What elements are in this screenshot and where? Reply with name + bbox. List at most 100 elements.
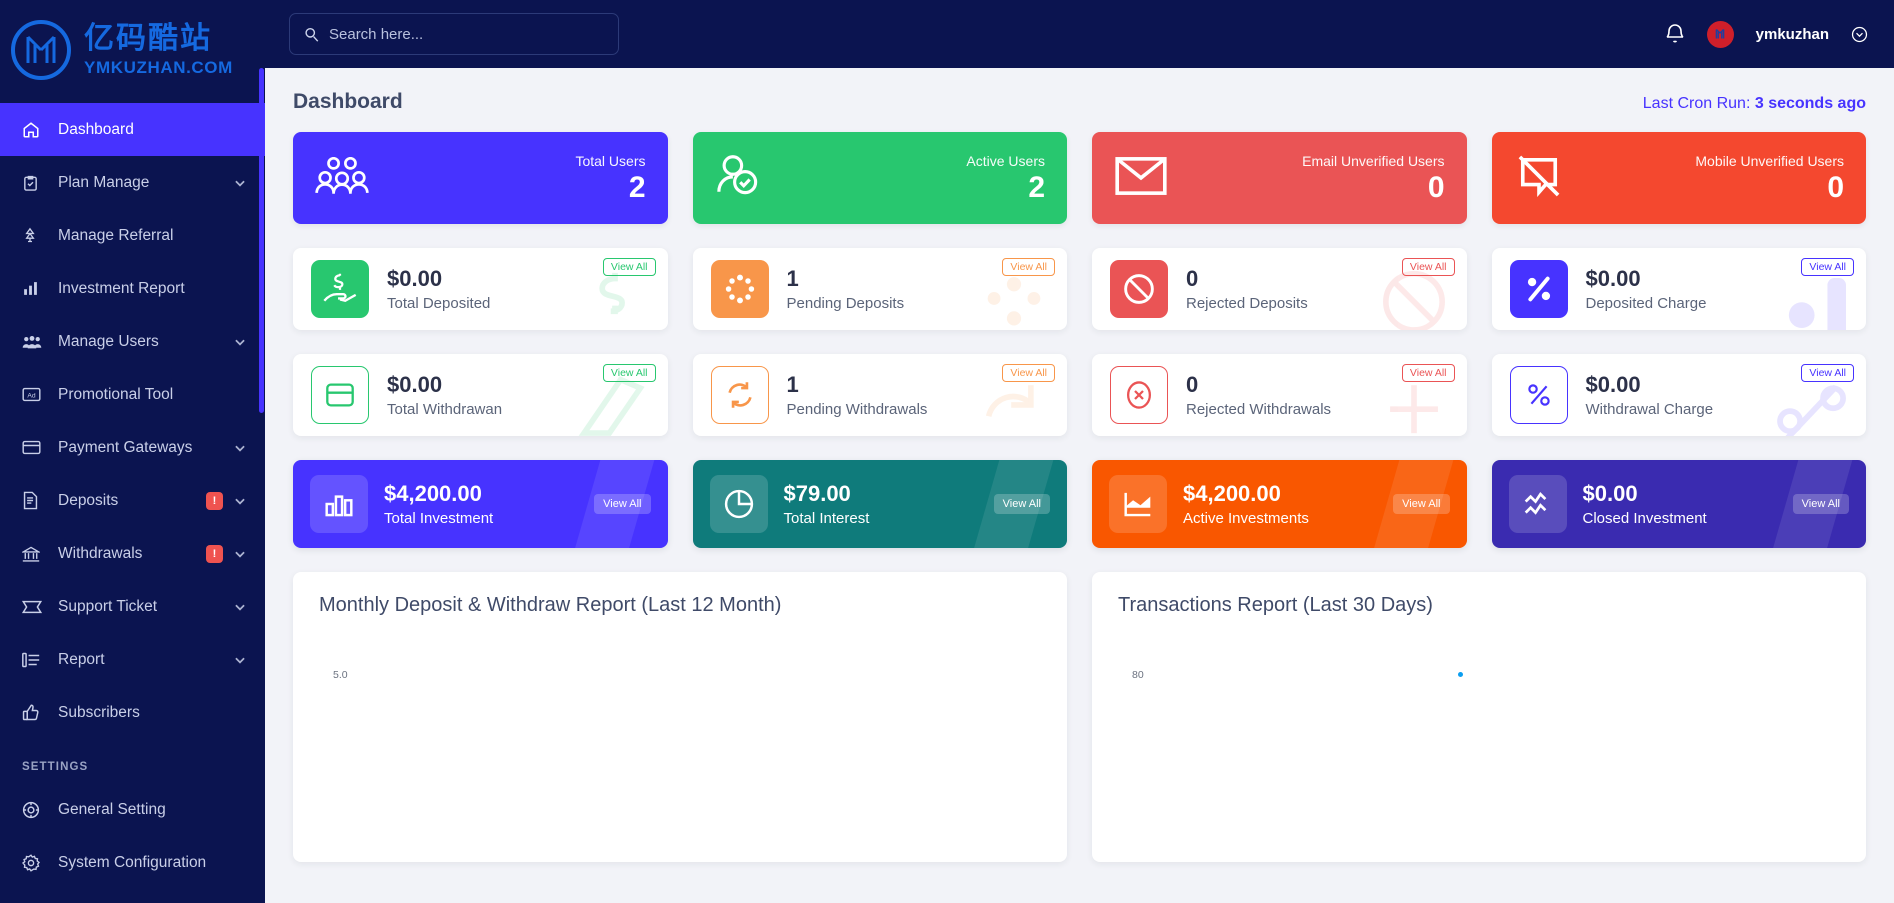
card-total-interest[interactable]: $79.00 Total Interest View All <box>693 460 1068 548</box>
card-rejected-deposits[interactable]: 0 Rejected Deposits View All <box>1092 248 1467 330</box>
card-withdrawal-charge[interactable]: $0.00 Withdrawal Charge View All <box>1492 354 1867 436</box>
card-value: $0.00 <box>1586 372 1714 397</box>
card-pending-deposits[interactable]: 1 Pending Deposits View All <box>693 248 1068 330</box>
stat-label: Total Users <box>575 153 645 169</box>
hand-dollar-icon <box>311 260 369 318</box>
sidebar-item-label: Deposits <box>58 492 206 510</box>
invoice-dollar-icon <box>22 491 48 511</box>
card-value: 1 <box>787 372 928 397</box>
card-label: Deposited Charge <box>1586 295 1707 312</box>
chart-transactions-report: Transactions Report (Last 30 Days) 80 <box>1092 572 1866 862</box>
sidebar-item-promotional-tool[interactable]: Ad Promotional Tool <box>0 368 265 421</box>
stat-card-total-users[interactable]: Total Users 2 <box>293 132 668 224</box>
sidebar-item-deposits[interactable]: Deposits ! <box>0 474 265 527</box>
card-rejected-withdrawals[interactable]: 0 Rejected Withdrawals View All <box>1092 354 1467 436</box>
sidebar-item-manage-users[interactable]: Manage Users <box>0 315 265 368</box>
card-value: $4,200.00 <box>384 481 493 506</box>
card-label: Total Deposited <box>387 295 490 312</box>
view-all-button[interactable]: View All <box>1002 364 1055 382</box>
card-label: Rejected Withdrawals <box>1186 401 1331 418</box>
card-deposited-charge[interactable]: $0.00 Deposited Charge View All <box>1492 248 1867 330</box>
bank-icon <box>22 544 48 564</box>
chevron-down-icon <box>233 441 247 455</box>
sidebar-item-dashboard[interactable]: Dashboard <box>0 103 265 156</box>
sidebar-item-report[interactable]: Report <box>0 633 265 686</box>
sidebar-item-general-setting[interactable]: General Setting <box>0 783 265 836</box>
stat-label: Active Users <box>966 153 1045 169</box>
ad-icon: Ad <box>22 385 48 405</box>
charts-row: Monthly Deposit & Withdraw Report (Last … <box>293 572 1866 862</box>
card-label: Pending Deposits <box>787 295 905 312</box>
card-active-investments[interactable]: $4,200.00 Active Investments View All <box>1092 460 1467 548</box>
sidebar-item-subscribers[interactable]: Subscribers <box>0 686 265 739</box>
view-all-button[interactable]: View All <box>1002 258 1055 276</box>
username-label: ymkuzhan <box>1756 26 1829 43</box>
cog-icon <box>22 853 48 873</box>
sidebar-item-payment-gateways[interactable]: Payment Gateways <box>0 421 265 474</box>
home-icon <box>22 120 48 140</box>
stat-card-mobile-unverified-users[interactable]: Mobile Unverified Users 0 <box>1492 132 1867 224</box>
users-group-icon <box>315 157 369 200</box>
card-total-investment[interactable]: $4,200.00 Total Investment View All <box>293 460 668 548</box>
search-input[interactable] <box>329 26 604 43</box>
wallet-icon <box>311 366 369 424</box>
sidebar-item-label: Plan Manage <box>58 174 233 192</box>
pie-chart-icon <box>710 475 768 533</box>
y-axis-tick: 5.0 <box>333 669 348 681</box>
view-all-button[interactable]: View All <box>603 258 656 276</box>
stat-card-email-unverified-users[interactable]: Email Unverified Users 0 <box>1092 132 1467 224</box>
sidebar-item-label: General Setting <box>58 801 247 819</box>
sidebar-item-manage-referral[interactable]: Manage Referral <box>0 209 265 262</box>
avatar[interactable] <box>1707 21 1734 48</box>
chart-bar-icon <box>310 475 368 533</box>
chevron-down-circle-icon[interactable] <box>1851 26 1868 43</box>
sidebar-item-plan-manage[interactable]: Plan Manage <box>0 156 265 209</box>
view-all-button[interactable]: View All <box>1801 258 1854 276</box>
y-axis-tick: 80 <box>1132 669 1144 681</box>
sidebar-item-withdrawals[interactable]: Withdrawals ! <box>0 527 265 580</box>
status-badge: ! <box>206 545 223 563</box>
chevron-down-icon <box>233 335 247 349</box>
referral-tree-icon <box>22 226 48 246</box>
brand-name-cn: 亿码酷站 <box>84 24 233 54</box>
view-all-button[interactable]: View All <box>1393 494 1449 514</box>
sidebar-item-support-ticket[interactable]: Support Ticket <box>0 580 265 633</box>
header-actions: ymkuzhan <box>1665 21 1868 48</box>
card-label: Total Interest <box>784 510 870 527</box>
watermark-icon <box>1371 374 1457 436</box>
view-all-button[interactable]: View All <box>603 364 656 382</box>
card-pending-withdrawals[interactable]: 1 Pending Withdrawals View All <box>693 354 1068 436</box>
sidebar-item-investment-report[interactable]: Investment Report <box>0 262 265 315</box>
card-value: 0 <box>1186 372 1331 397</box>
ticket-icon <box>22 597 48 617</box>
stat-card-active-users[interactable]: Active Users 2 <box>693 132 1068 224</box>
bell-icon[interactable] <box>1665 23 1685 45</box>
sidebar-item-label: Investment Report <box>58 280 247 298</box>
sidebar-item-label: Payment Gateways <box>58 439 233 457</box>
user-check-icon <box>715 155 763 202</box>
status-badge: ! <box>206 492 223 510</box>
sidebar-scrollbar[interactable] <box>259 68 264 413</box>
view-all-button[interactable]: View All <box>1801 364 1854 382</box>
view-all-button[interactable]: View All <box>1793 494 1849 514</box>
view-all-button[interactable]: View All <box>1402 364 1455 382</box>
brand-logo[interactable]: 亿码酷站 YMKUZHAN.COM <box>0 0 265 100</box>
view-all-button[interactable]: View All <box>994 494 1050 514</box>
sidebar-item-label: Support Ticket <box>58 598 233 616</box>
watermark-icon <box>971 270 1057 330</box>
card-value: $0.00 <box>387 266 490 291</box>
view-all-button[interactable]: View All <box>594 494 650 514</box>
sidebar-item-system-configuration[interactable]: System Configuration <box>0 836 265 889</box>
card-total-withdrawan[interactable]: $0.00 Total Withdrawan View All <box>293 354 668 436</box>
chart-plot-area: 80 <box>1118 655 1840 835</box>
main-area: ymkuzhan Dashboard Last Cron Run: 3 seco… <box>265 0 1894 903</box>
stat-label: Mobile Unverified Users <box>1695 153 1844 169</box>
card-label: Pending Withdrawals <box>787 401 928 418</box>
card-total-deposited[interactable]: $0.00 Total Deposited View All <box>293 248 668 330</box>
view-all-button[interactable]: View All <box>1402 258 1455 276</box>
chevron-down-icon <box>233 494 247 508</box>
search-box[interactable] <box>289 13 619 55</box>
card-closed-investment[interactable]: $0.00 Closed Investment View All <box>1492 460 1867 548</box>
users-icon <box>22 332 48 352</box>
cron-value: 3 seconds ago <box>1755 95 1866 112</box>
